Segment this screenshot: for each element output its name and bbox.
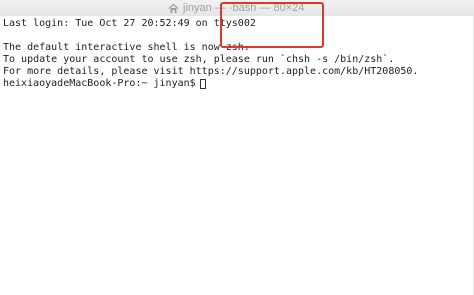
terminal-line: The default interactive shell is now zsh… [3,42,250,53]
prompt-line[interactable]: heixiaoyadeMacBook-Pro:~ jinyan$ [3,78,206,90]
terminal-line: To update your account to use zsh, pleas… [3,54,395,65]
window-title: jinyan — -bash — 80×24 [168,1,304,15]
window-title-text: jinyan — -bash — 80×24 [183,2,305,14]
shell-prompt: heixiaoyadeMacBook-Pro:~ jinyan$ [3,78,196,89]
home-icon [168,3,179,14]
terminal-area[interactable]: Last login: Tue Oct 27 20:52:49 on ttys0… [0,16,474,295]
terminal-line: Last login: Tue Oct 27 20:52:49 on ttys0… [3,18,256,29]
terminal-line: For more details, please visit https://s… [3,66,419,77]
window-titlebar[interactable]: jinyan — -bash — 80×24 [0,0,474,17]
text-cursor [199,79,206,89]
